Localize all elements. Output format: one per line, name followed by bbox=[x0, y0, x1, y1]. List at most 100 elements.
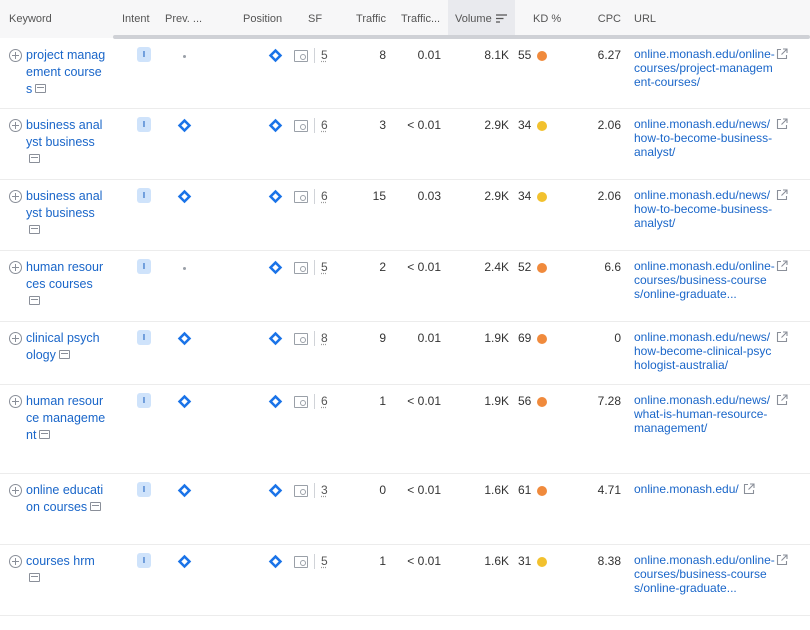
kd-indicator-dot bbox=[537, 396, 548, 407]
table-row: online education courses I 3 0 < 0.01 1.… bbox=[0, 474, 810, 545]
position-diamond-icon bbox=[268, 260, 283, 275]
serp-features-icon[interactable] bbox=[294, 49, 308, 62]
header-sf[interactable]: SF bbox=[308, 0, 322, 38]
keyword-link[interactable]: human resources courses bbox=[26, 259, 106, 310]
keyword-link[interactable]: business analyst business bbox=[26, 117, 106, 168]
serp-snapshot-icon[interactable] bbox=[29, 154, 40, 164]
position-diamond-icon bbox=[268, 331, 283, 346]
serp-features-icon[interactable] bbox=[294, 261, 308, 274]
serp-snapshot-icon[interactable] bbox=[58, 350, 70, 360]
keyword-link[interactable]: human resource management bbox=[26, 393, 106, 444]
keyword-cell: business analyst business bbox=[9, 117, 114, 168]
external-link-icon[interactable] bbox=[776, 260, 788, 272]
header-keyword[interactable]: Keyword bbox=[9, 0, 52, 38]
keyword-link[interactable]: courses hrm bbox=[26, 553, 106, 587]
position-diamond-icon bbox=[268, 483, 283, 498]
divider bbox=[314, 48, 315, 63]
add-keyword-icon[interactable] bbox=[9, 332, 22, 345]
header-prev[interactable]: Prev. ... bbox=[165, 0, 202, 38]
external-link-icon[interactable] bbox=[743, 483, 755, 495]
header-cpc[interactable]: CPC bbox=[570, 0, 621, 38]
serp-snapshot-icon[interactable] bbox=[35, 84, 47, 94]
traffic-share-value: 0.01 bbox=[417, 48, 441, 62]
url-link[interactable]: online.monash.edu/online-courses/project… bbox=[634, 47, 776, 89]
keyword-link[interactable]: project management courses bbox=[26, 47, 106, 98]
keyword-link[interactable]: clinical psychology bbox=[26, 330, 106, 364]
kd-cell: 55 bbox=[518, 47, 548, 64]
keyword-cell: clinical psychology bbox=[9, 330, 114, 364]
header-traffic-share[interactable]: Traffic... bbox=[401, 0, 440, 38]
kd-indicator-dot bbox=[537, 262, 548, 273]
kd-cell: 34 bbox=[518, 188, 548, 205]
serp-features-icon[interactable] bbox=[294, 555, 308, 568]
header-kd[interactable]: KD % bbox=[533, 0, 561, 38]
url-link[interactable]: online.monash.edu/news/how-to-become-bus… bbox=[634, 117, 776, 159]
kd-indicator-dot bbox=[537, 120, 548, 131]
serp-features-count[interactable]: 5 bbox=[321, 47, 328, 64]
serp-features-count[interactable]: 6 bbox=[321, 117, 328, 134]
header-volume-label: Volume bbox=[455, 13, 492, 25]
url-link[interactable]: online.monash.edu/online-courses/busines… bbox=[634, 259, 776, 301]
url-link[interactable]: online.monash.edu/news/how-to-become-bus… bbox=[634, 188, 776, 230]
serp-snapshot-icon[interactable] bbox=[29, 225, 40, 235]
kd-indicator-dot bbox=[537, 50, 548, 61]
table-row: business analyst business I 6 15 0.03 2.… bbox=[0, 180, 810, 251]
serp-features: 6 bbox=[294, 393, 328, 410]
cpc-value: 2.06 bbox=[597, 189, 621, 203]
external-link-icon[interactable] bbox=[776, 48, 788, 60]
divider bbox=[314, 260, 315, 275]
traffic-value: 9 bbox=[379, 331, 386, 345]
intent-badge: I bbox=[137, 553, 151, 568]
external-link-icon[interactable] bbox=[776, 331, 788, 343]
header-volume[interactable]: Volume bbox=[448, 0, 515, 38]
serp-features-icon[interactable] bbox=[294, 395, 308, 408]
serp-features-icon[interactable] bbox=[294, 190, 308, 203]
serp-features: 8 bbox=[294, 330, 328, 347]
table-row: clinical psychology I 8 9 0.01 1.9K 69 0… bbox=[0, 322, 810, 385]
add-keyword-icon[interactable] bbox=[9, 119, 22, 132]
kd-indicator-dot bbox=[537, 485, 548, 496]
url-link[interactable]: online.monash.edu/ bbox=[634, 482, 739, 496]
external-link-icon[interactable] bbox=[776, 118, 788, 130]
serp-snapshot-icon[interactable] bbox=[90, 502, 102, 512]
serp-features-icon[interactable] bbox=[294, 484, 308, 497]
keyword-cell: business analyst business bbox=[9, 188, 114, 239]
serp-features-count[interactable]: 3 bbox=[321, 482, 328, 499]
prev-position-dot bbox=[183, 267, 186, 270]
add-keyword-icon[interactable] bbox=[9, 261, 22, 274]
header-intent[interactable]: Intent bbox=[122, 0, 150, 38]
kd-cell: 52 bbox=[518, 259, 548, 276]
external-link-icon[interactable] bbox=[776, 554, 788, 566]
add-keyword-icon[interactable] bbox=[9, 395, 22, 408]
header-traffic[interactable]: Traffic bbox=[346, 0, 386, 38]
keyword-link[interactable]: online education courses bbox=[26, 482, 106, 516]
prev-position-diamond-icon bbox=[177, 483, 192, 498]
add-keyword-icon[interactable] bbox=[9, 484, 22, 497]
url-link[interactable]: online.monash.edu/online-courses/busines… bbox=[634, 553, 776, 595]
serp-features-icon[interactable] bbox=[294, 119, 308, 132]
serp-features-count[interactable]: 8 bbox=[321, 330, 328, 347]
add-keyword-icon[interactable] bbox=[9, 190, 22, 203]
header-position[interactable]: Position bbox=[243, 0, 282, 38]
url-link[interactable]: online.monash.edu/news/what-is-human-res… bbox=[634, 393, 776, 435]
serp-features-icon[interactable] bbox=[294, 332, 308, 345]
serp-features-count[interactable]: 5 bbox=[321, 553, 328, 570]
kd-indicator-dot bbox=[537, 333, 548, 344]
serp-features-count[interactable]: 6 bbox=[321, 393, 328, 410]
serp-features-count[interactable]: 6 bbox=[321, 188, 328, 205]
position-diamond-icon bbox=[268, 118, 283, 133]
serp-snapshot-icon[interactable] bbox=[29, 296, 40, 306]
serp-snapshot-icon[interactable] bbox=[39, 430, 51, 440]
serp-features-count[interactable]: 5 bbox=[321, 259, 328, 276]
header-url[interactable]: URL bbox=[634, 0, 656, 38]
url-link[interactable]: online.monash.edu/news/how-become-clinic… bbox=[634, 330, 776, 372]
add-keyword-icon[interactable] bbox=[9, 555, 22, 568]
keyword-link[interactable]: business analyst business bbox=[26, 188, 106, 239]
external-link-icon[interactable] bbox=[776, 394, 788, 406]
cpc-value: 2.06 bbox=[597, 118, 621, 132]
external-link-icon[interactable] bbox=[776, 189, 788, 201]
serp-snapshot-icon[interactable] bbox=[29, 573, 40, 583]
add-keyword-icon[interactable] bbox=[9, 49, 22, 62]
traffic-share-value: < 0.01 bbox=[407, 483, 441, 497]
position-diamond-icon bbox=[268, 48, 283, 63]
